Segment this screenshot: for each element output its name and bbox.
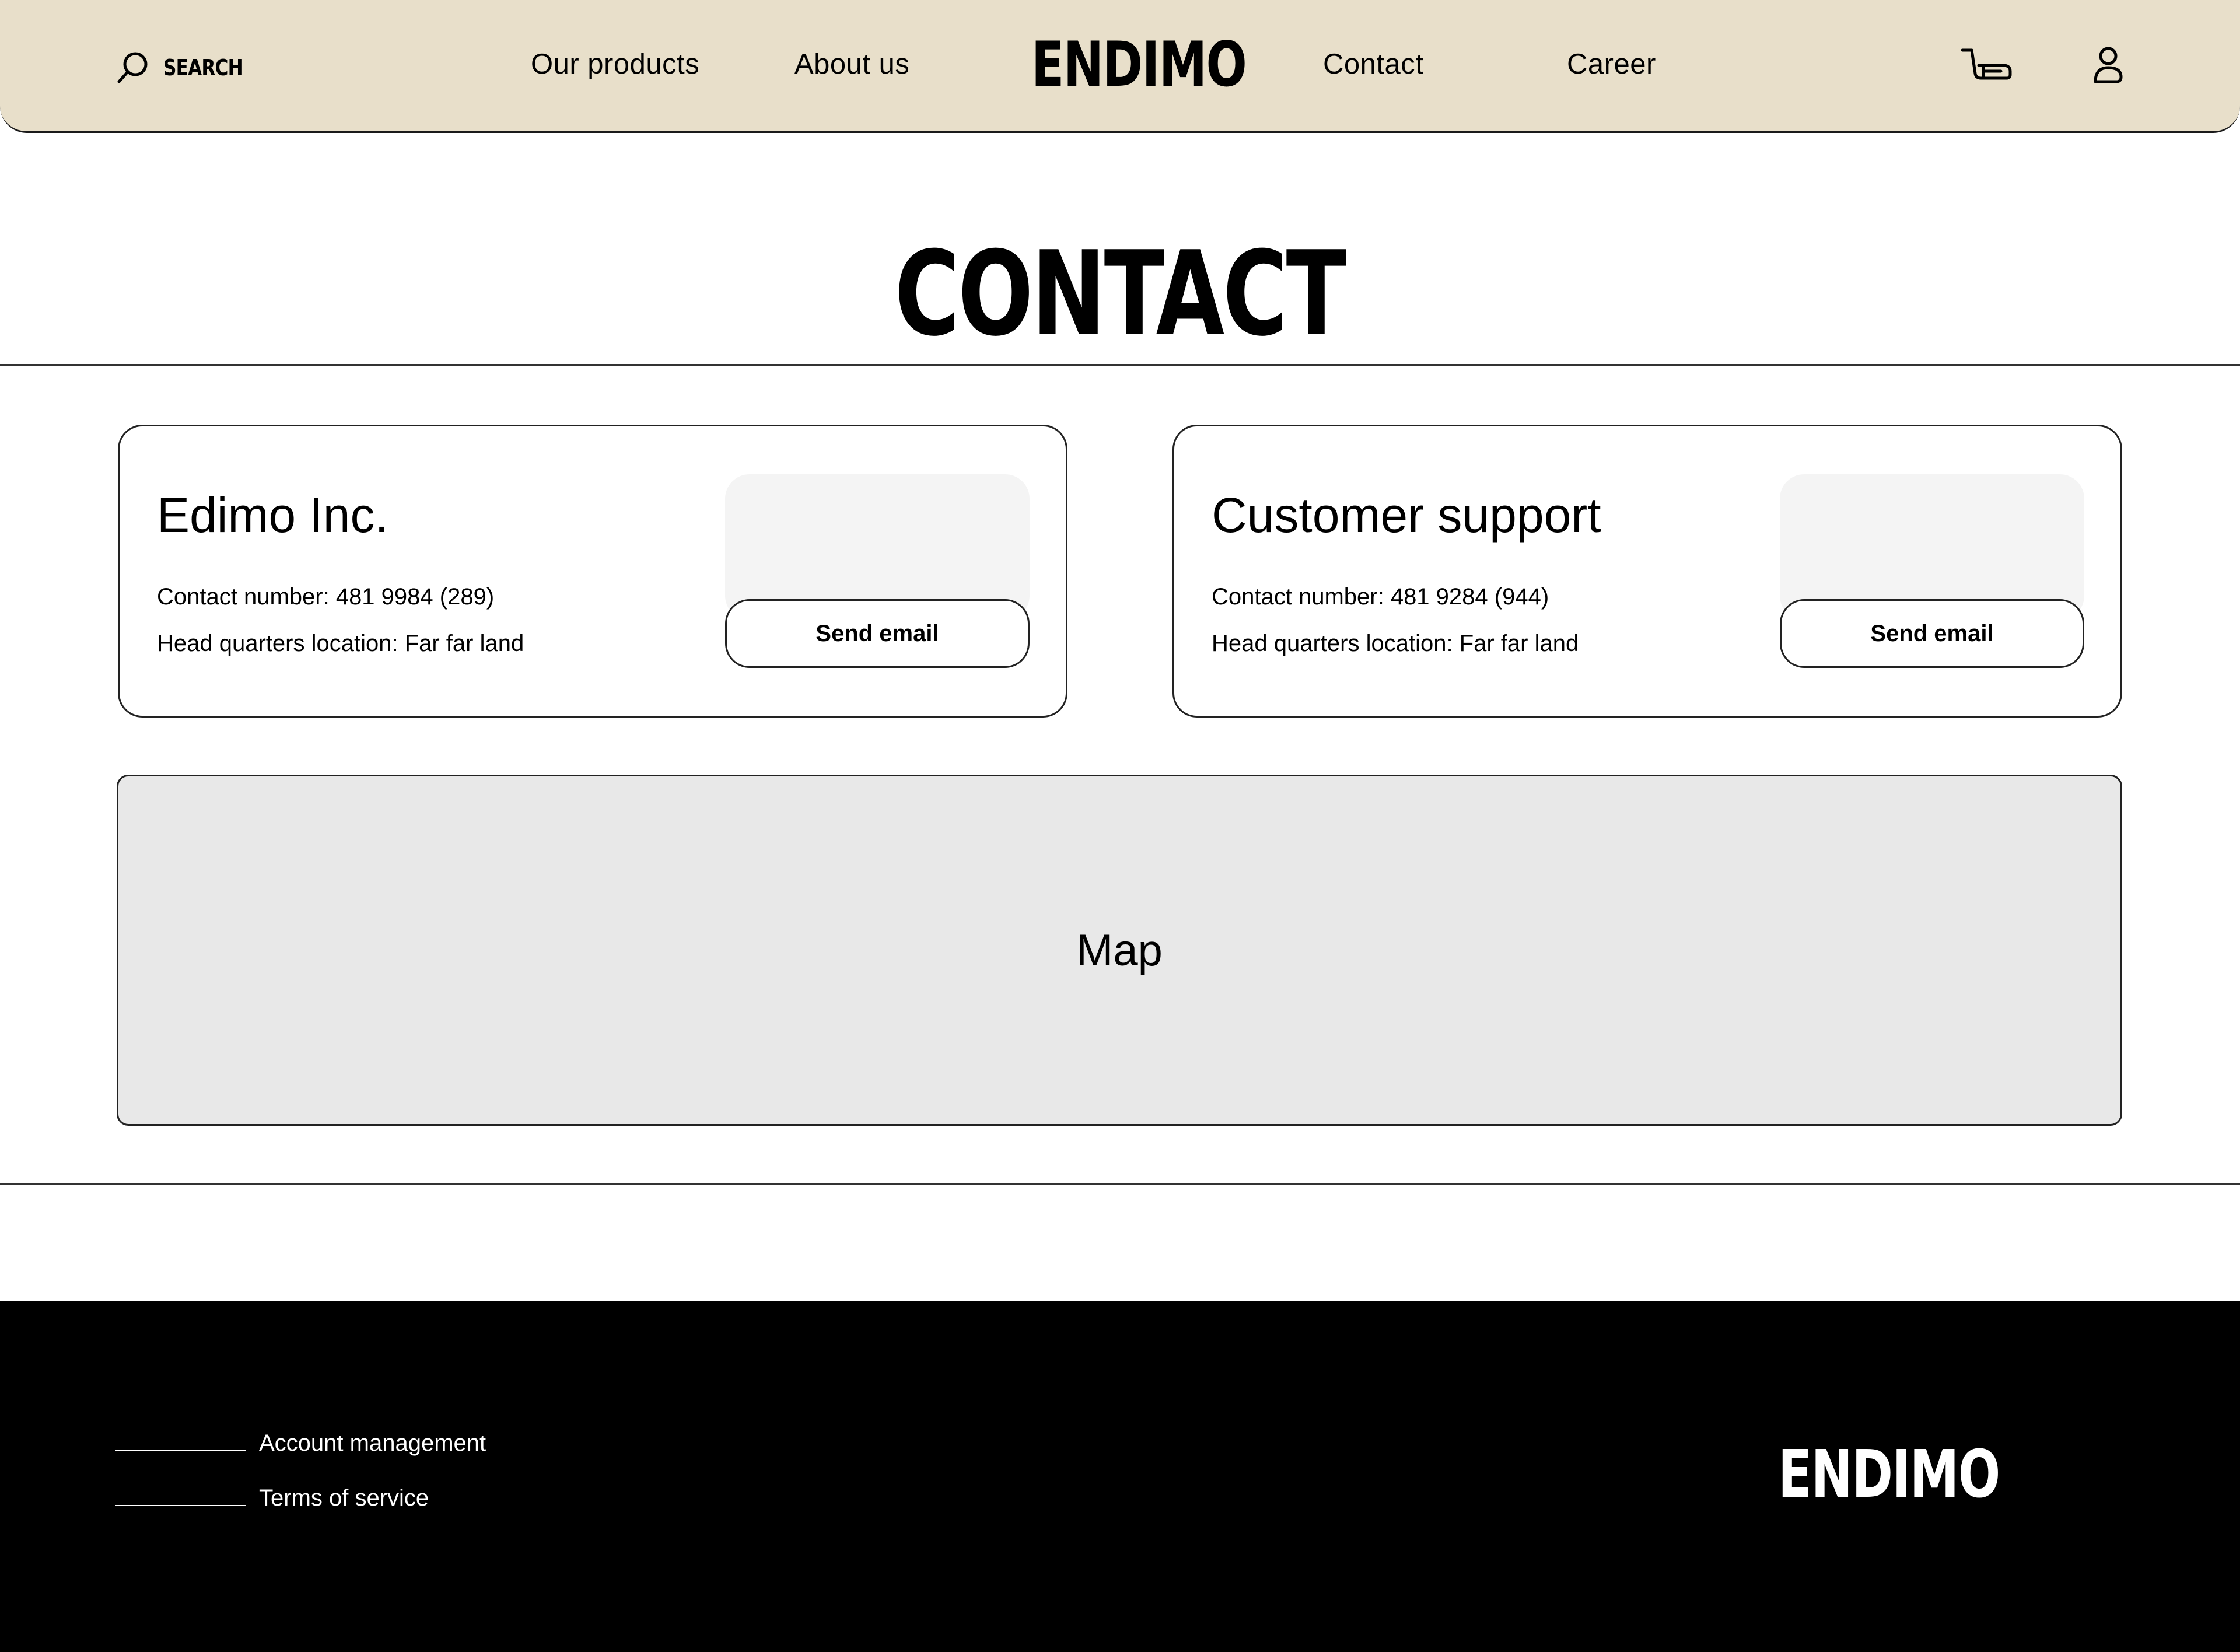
card-title: Customer support: [1212, 488, 1601, 542]
contact-number: Contact number: 481 9984 (289): [157, 584, 495, 610]
nav-our-products[interactable]: Our products: [531, 48, 699, 80]
contact-number: Contact number: 481 9284 (944): [1212, 584, 1549, 610]
divider-bottom: [0, 1183, 2240, 1185]
page-title-text: CONTACT: [895, 226, 1346, 362]
contact-card-customer-support: Customer support Contact number: 481 928…: [1172, 425, 2122, 718]
footer-link-label: Account management: [259, 1430, 487, 1456]
site-header: SEARCH Our products About us ENDIMO Cont…: [0, 0, 2240, 133]
cart-icon: [1961, 48, 2012, 80]
nav-career[interactable]: Career: [1567, 48, 1656, 80]
search-label: SEARCH: [163, 55, 243, 80]
search-button[interactable]: SEARCH: [114, 49, 260, 86]
contact-card-edimo: Edimo Inc. Contact number: 481 9984 (289…: [118, 425, 1068, 718]
divider-top: [0, 364, 2240, 366]
map-label: Map: [1076, 925, 1163, 975]
headquarters-location: Head quarters location: Far far land: [157, 631, 524, 656]
user-icon: [2094, 47, 2123, 83]
card-image-placeholder: [725, 474, 1030, 620]
cart-button[interactable]: [1960, 44, 2013, 89]
card-image-placeholder: [1780, 474, 2084, 620]
footer-link-dash: [116, 1450, 246, 1451]
site-footer: Account management Terms of service ENDI…: [0, 1301, 2240, 1652]
footer-link-account-management[interactable]: Account management: [116, 1426, 486, 1461]
card-title: Edimo Inc.: [157, 488, 388, 542]
account-button[interactable]: [2092, 44, 2124, 89]
footer-link-dash: [116, 1505, 246, 1506]
map-placeholder[interactable]: Map: [117, 775, 2122, 1126]
search-icon: [117, 52, 148, 83]
page-title: CONTACT: [0, 236, 2240, 353]
nav-contact[interactable]: Contact: [1323, 48, 1423, 80]
footer-link-terms-of-service[interactable]: Terms of service: [116, 1480, 429, 1516]
send-email-button[interactable]: Send email: [725, 599, 1030, 668]
footer-link-label: Terms of service: [259, 1485, 429, 1511]
site-logo[interactable]: ENDIMO: [1031, 34, 1247, 96]
send-email-button[interactable]: Send email: [1780, 599, 2084, 668]
footer-logo[interactable]: ENDIMO: [1778, 1442, 2000, 1507]
headquarters-location: Head quarters location: Far far land: [1212, 631, 1579, 656]
nav-about-us[interactable]: About us: [794, 48, 909, 80]
